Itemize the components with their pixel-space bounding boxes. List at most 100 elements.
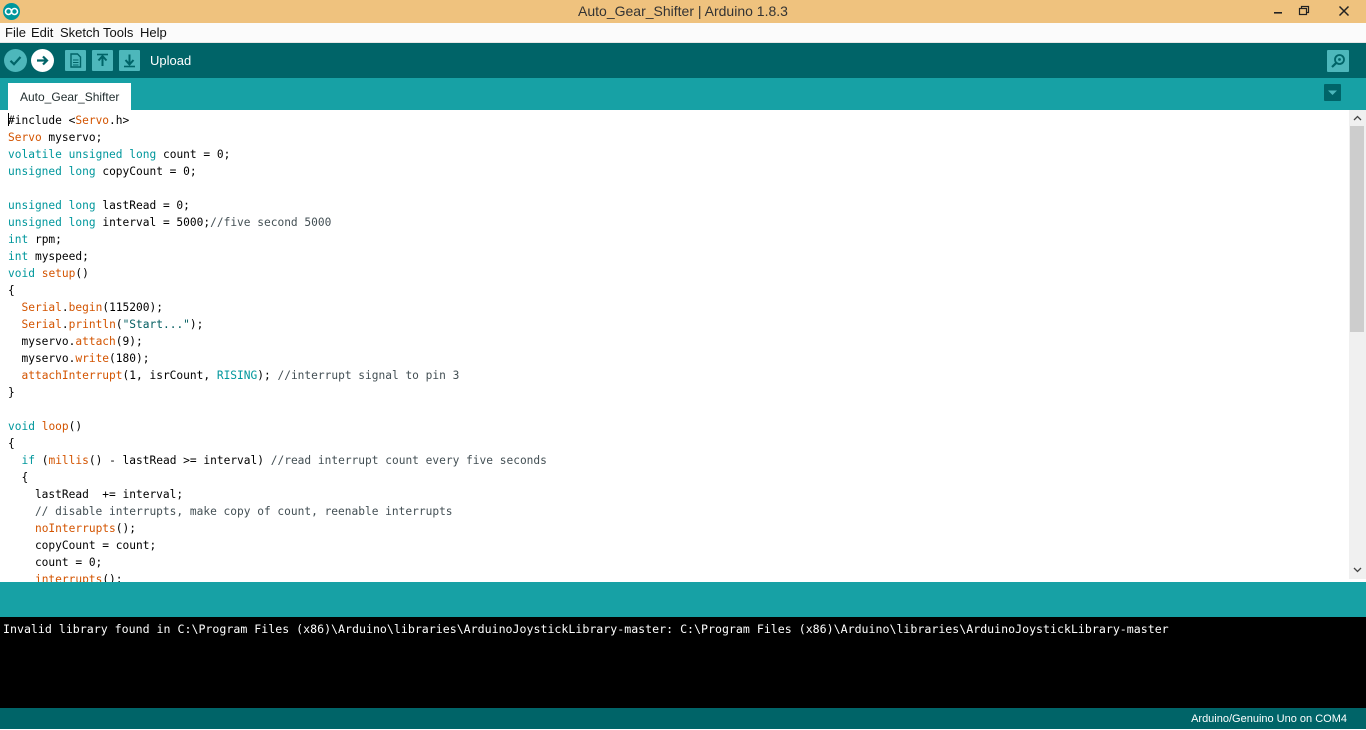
code-line[interactable]: count = 0; — [8, 554, 547, 571]
code-line[interactable]: interrupts(); — [8, 571, 547, 582]
code-line[interactable]: int rpm; — [8, 231, 547, 248]
code-line[interactable] — [8, 401, 547, 418]
code-token: long — [68, 199, 96, 212]
code-token: myservo; — [41, 131, 103, 144]
code-token: interrupts — [34, 573, 103, 582]
code-token: begin — [68, 301, 103, 314]
scroll-down-icon[interactable] — [1353, 567, 1362, 573]
code-line[interactable]: unsigned long interval = 5000;//five sec… — [8, 214, 547, 231]
code-token: "Start..." — [122, 318, 190, 331]
code-token: unsigned — [8, 165, 62, 178]
code-line[interactable]: lastRead += interval; — [8, 486, 547, 503]
code-token: unsigned — [8, 199, 62, 212]
code-line[interactable]: void loop() — [8, 418, 547, 435]
minimize-button[interactable] — [1265, 0, 1291, 23]
tab-menu-button[interactable] — [1324, 84, 1341, 101]
code-token: long — [68, 216, 96, 229]
menu-tools[interactable]: Tools — [103, 23, 133, 42]
code-text[interactable]: #include <Servo.h> Servo myservo; volatile… — [8, 112, 547, 582]
scrollbar-thumb[interactable] — [1350, 126, 1364, 332]
code-line[interactable]: volatile unsigned long count = 0; — [8, 146, 547, 163]
window-title: Auto_Gear_Shifter | Arduino 1.8.3 — [578, 3, 788, 19]
tab-auto-gear-shifter[interactable]: Auto_Gear_Shifter — [8, 83, 132, 110]
code-line[interactable]: #include <Servo.h> — [8, 112, 547, 129]
code-line[interactable]: copyCount = count; — [8, 537, 547, 554]
close-button[interactable] — [1331, 0, 1357, 23]
code-token: rpm; — [28, 233, 62, 246]
code-token: myspeed; — [28, 250, 89, 263]
magnifier-icon — [1331, 54, 1345, 68]
code-line[interactable]: myservo.attach(9); — [8, 333, 547, 350]
serial-monitor-button[interactable] — [1327, 50, 1349, 72]
code-token: lastRead += interval; — [8, 488, 184, 501]
code-token: interval = 5000; — [95, 216, 211, 229]
toolbar: Upload — [0, 43, 1366, 78]
code-token: (180); — [109, 352, 150, 365]
code-token: count = 0; — [8, 556, 103, 569]
new-button[interactable] — [65, 50, 86, 71]
restore-button[interactable] — [1291, 0, 1317, 23]
code-token: Serial — [21, 301, 62, 314]
code-line[interactable]: unsigned long lastRead = 0; — [8, 197, 547, 214]
code-token: () — [68, 420, 83, 433]
upload-button[interactable] — [31, 49, 54, 72]
code-line[interactable]: attachInterrupt(1, isrCount, RISING); //… — [8, 367, 547, 384]
code-token: void — [8, 267, 35, 280]
arrow-right-icon — [37, 55, 49, 66]
code-token: volatile — [8, 148, 62, 161]
menu-sketch[interactable]: Sketch — [60, 23, 100, 42]
code-line[interactable]: noInterrupts(); — [8, 520, 547, 537]
code-token: if — [21, 454, 35, 467]
save-button[interactable] — [119, 50, 140, 71]
code-editor[interactable]: #include <Servo.h> Servo myservo; volatile… — [0, 110, 1349, 582]
code-token: //read interrupt count every five second… — [270, 454, 547, 467]
editor-vertical-scrollbar[interactable] — [1349, 110, 1366, 579]
menu-file[interactable]: File — [5, 23, 26, 42]
code-token: #include < — [8, 114, 76, 127]
code-token: (); — [102, 573, 123, 582]
code-token: ); — [189, 318, 204, 331]
new-file-icon — [70, 53, 82, 68]
console-output[interactable]: Invalid library found in C:\Program File… — [0, 617, 1366, 708]
code-line[interactable]: { — [8, 435, 547, 452]
code-line[interactable] — [8, 180, 547, 197]
code-token: . — [61, 318, 69, 331]
verify-button[interactable] — [4, 49, 27, 72]
code-line[interactable]: unsigned long copyCount = 0; — [8, 163, 547, 180]
code-line[interactable]: int myspeed; — [8, 248, 547, 265]
code-token: long — [129, 148, 157, 161]
code-line[interactable]: Serial.println("Start..."); — [8, 316, 547, 333]
checkmark-icon — [9, 56, 22, 66]
code-token: (9); — [115, 335, 143, 348]
code-line[interactable]: // disable interrupts, make copy of coun… — [8, 503, 547, 520]
code-line[interactable]: { — [8, 469, 547, 486]
code-token: int — [8, 233, 29, 246]
code-line[interactable]: Serial.begin(115200); — [8, 299, 547, 316]
code-line[interactable]: Servo myservo; — [8, 129, 547, 146]
code-line[interactable]: { — [8, 282, 547, 299]
code-token: . — [61, 301, 69, 314]
code-token: } — [8, 386, 15, 399]
open-button[interactable] — [92, 50, 113, 71]
code-token: (); — [115, 522, 136, 535]
code-line[interactable]: void setup() — [8, 265, 547, 282]
code-token: myservo. — [8, 352, 76, 365]
code-line[interactable]: if (millis() - lastRead >= interval) //r… — [8, 452, 547, 469]
menu-help[interactable]: Help — [140, 23, 167, 42]
scroll-up-icon[interactable] — [1353, 115, 1362, 121]
code-token: .h> — [109, 114, 130, 127]
menu-edit[interactable]: Edit — [31, 23, 53, 42]
code-line[interactable]: myservo.write(180); — [8, 350, 547, 367]
code-token: () - lastRead >= interval) — [88, 454, 271, 467]
code-line[interactable]: } — [8, 384, 547, 401]
board-port-status: Arduino/Genuino Uno on COM4 — [1191, 713, 1347, 725]
